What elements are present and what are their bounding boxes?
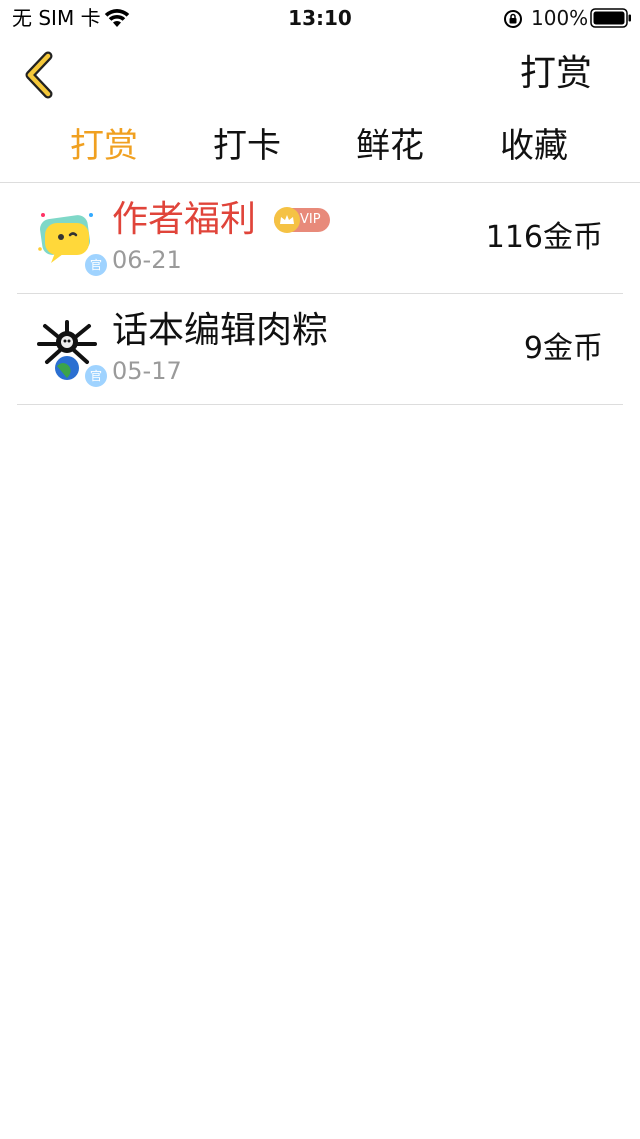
list-item[interactable]: 官 话本编辑肉粽 05-17 9金币 (17, 294, 623, 405)
item-name: 话本编辑肉粽 (112, 310, 329, 351)
nav-bar: 打赏 (0, 38, 640, 114)
reward-list: 官 作者福利 VIP 06-21 116金币 官 话本编辑肉粽 05-17 9金… (0, 183, 640, 405)
status-bar: 无 SIM 卡 13:10 100% (0, 0, 640, 38)
battery-percentage: 100% (531, 6, 589, 30)
item-date: 06-21 (112, 246, 182, 274)
rotation-lock-icon (504, 10, 522, 28)
tab-reward[interactable]: 打赏 (44, 124, 164, 168)
back-button[interactable] (18, 50, 66, 100)
vip-badge: VIP (274, 207, 330, 233)
tab-bar: 打赏 打卡 鲜花 收藏 (0, 118, 640, 178)
vip-label: VIP (300, 212, 321, 227)
item-amount: 9金币 (523, 331, 603, 366)
page-title: 打赏 (519, 53, 592, 94)
official-badge: 官 (83, 363, 109, 389)
item-amount: 116金币 (485, 220, 603, 255)
item-name: 作者福利 (112, 199, 257, 240)
item-date: 05-17 (112, 357, 182, 385)
chevron-left-icon (25, 51, 53, 99)
tab-flowers[interactable]: 鲜花 (330, 124, 450, 168)
tab-checkin[interactable]: 打卡 (187, 124, 307, 168)
official-badge: 官 (83, 252, 109, 278)
tab-favorites[interactable]: 收藏 (474, 124, 594, 168)
battery-icon (590, 8, 631, 28)
crown-icon (274, 207, 300, 233)
list-item[interactable]: 官 作者福利 VIP 06-21 116金币 (17, 183, 623, 294)
